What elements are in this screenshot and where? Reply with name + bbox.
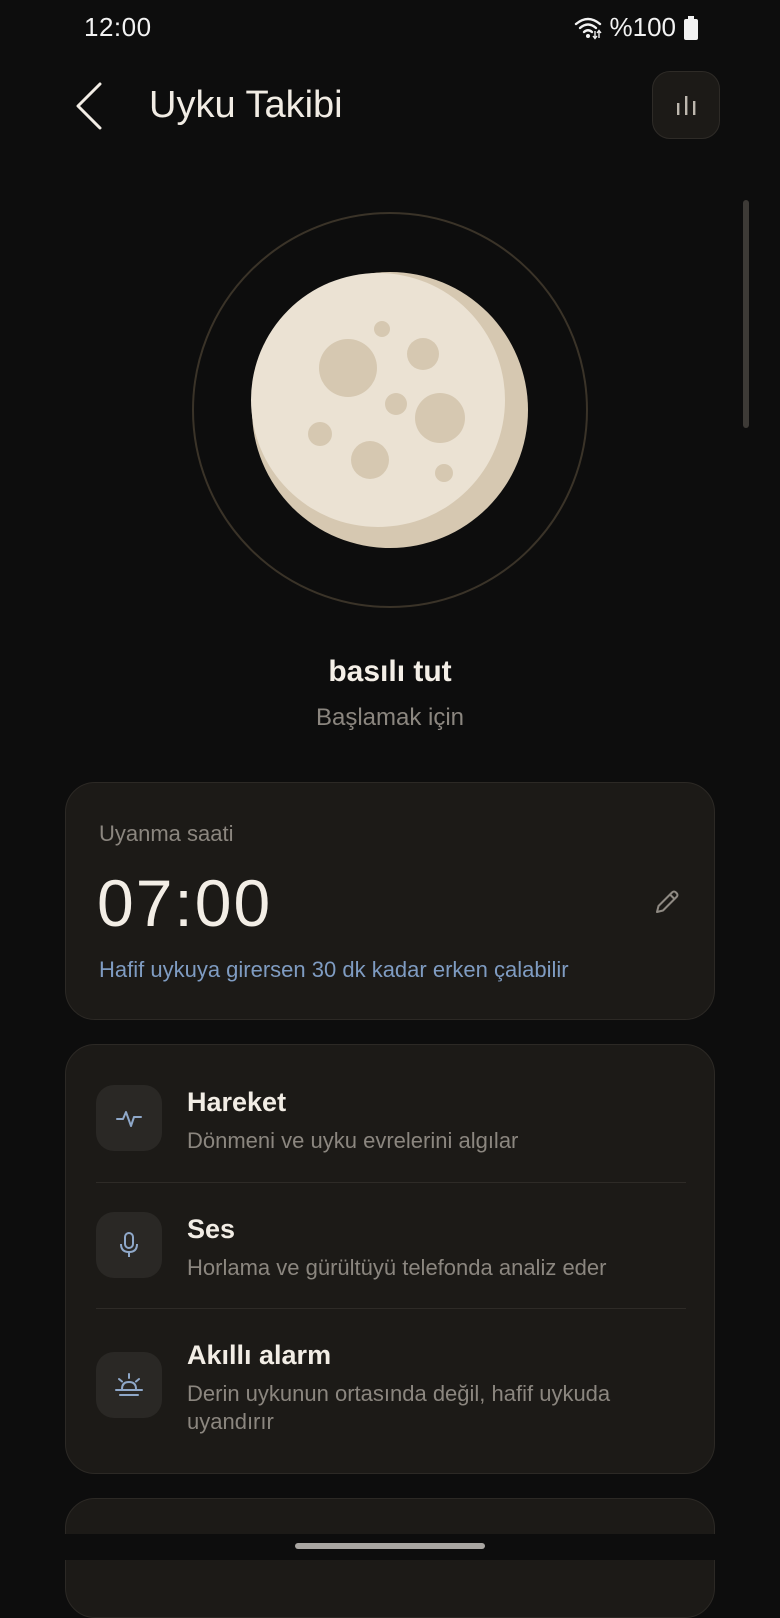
app-bar: Uyku Takibi xyxy=(0,66,780,150)
start-tracking-button[interactable] xyxy=(192,212,588,608)
page-title: Uyku Takibi xyxy=(149,84,343,126)
feature-description: Horlama ve gürültüyü telefonda analiz ed… xyxy=(187,1255,607,1280)
hold-to-start-subtitle: Başlamak için xyxy=(315,704,465,731)
pencil-icon xyxy=(656,890,679,913)
scroll-indicator[interactable] xyxy=(743,200,749,428)
wake-time-card[interactable]: Uyanma saati 07:00 Hafif uykuya girersen… xyxy=(65,782,715,1020)
back-button[interactable] xyxy=(62,76,116,136)
status-time: 12:00 xyxy=(84,12,152,42)
battery-icon xyxy=(684,15,698,40)
features-card: Hareket Dönmeni ve uyku evrelerini algıl… xyxy=(65,1044,715,1474)
divider xyxy=(96,1182,686,1183)
wifi-icon xyxy=(574,16,602,40)
sunrise-icon xyxy=(96,1352,162,1418)
feature-title: Akıllı alarm xyxy=(187,1340,332,1370)
feature-description: Derin uykunun ortasında değil, hafif uyk… xyxy=(187,1381,611,1434)
hold-to-start-label: basılı tut xyxy=(328,655,452,688)
moon-icon xyxy=(251,272,528,548)
statistics-button[interactable] xyxy=(652,71,720,139)
feature-item-smart-alarm[interactable]: Akıllı alarm Derin uykunun ortasında değ… xyxy=(66,1338,716,1448)
status-bar: 12:00 %100 xyxy=(0,0,780,56)
wake-time-label: Uyanma saati xyxy=(99,821,234,846)
status-icons: %100 xyxy=(574,12,698,43)
microphone-icon xyxy=(96,1212,162,1278)
back-arrow-icon xyxy=(76,82,102,130)
bar-chart-icon xyxy=(677,96,696,115)
home-indicator[interactable] xyxy=(295,1543,485,1549)
smart-wake-hint: Hafif uykuya girersen 30 dk kadar erken … xyxy=(99,957,569,982)
feature-item-sound[interactable]: Ses Horlama ve gürültüyü telefonda anali… xyxy=(66,1212,716,1292)
feature-title: Hareket xyxy=(187,1087,287,1117)
feature-item-motion[interactable]: Hareket Dönmeni ve uyku evrelerini algıl… xyxy=(66,1085,716,1165)
battery-text: %100 xyxy=(609,12,677,42)
wake-time-value: 07:00 xyxy=(97,866,273,940)
pulse-icon xyxy=(96,1085,162,1151)
edit-wake-time-button[interactable] xyxy=(648,883,686,921)
feature-title: Ses xyxy=(187,1214,236,1244)
divider xyxy=(96,1308,686,1309)
feature-description: Dönmeni ve uyku evrelerini algılar xyxy=(187,1128,519,1153)
